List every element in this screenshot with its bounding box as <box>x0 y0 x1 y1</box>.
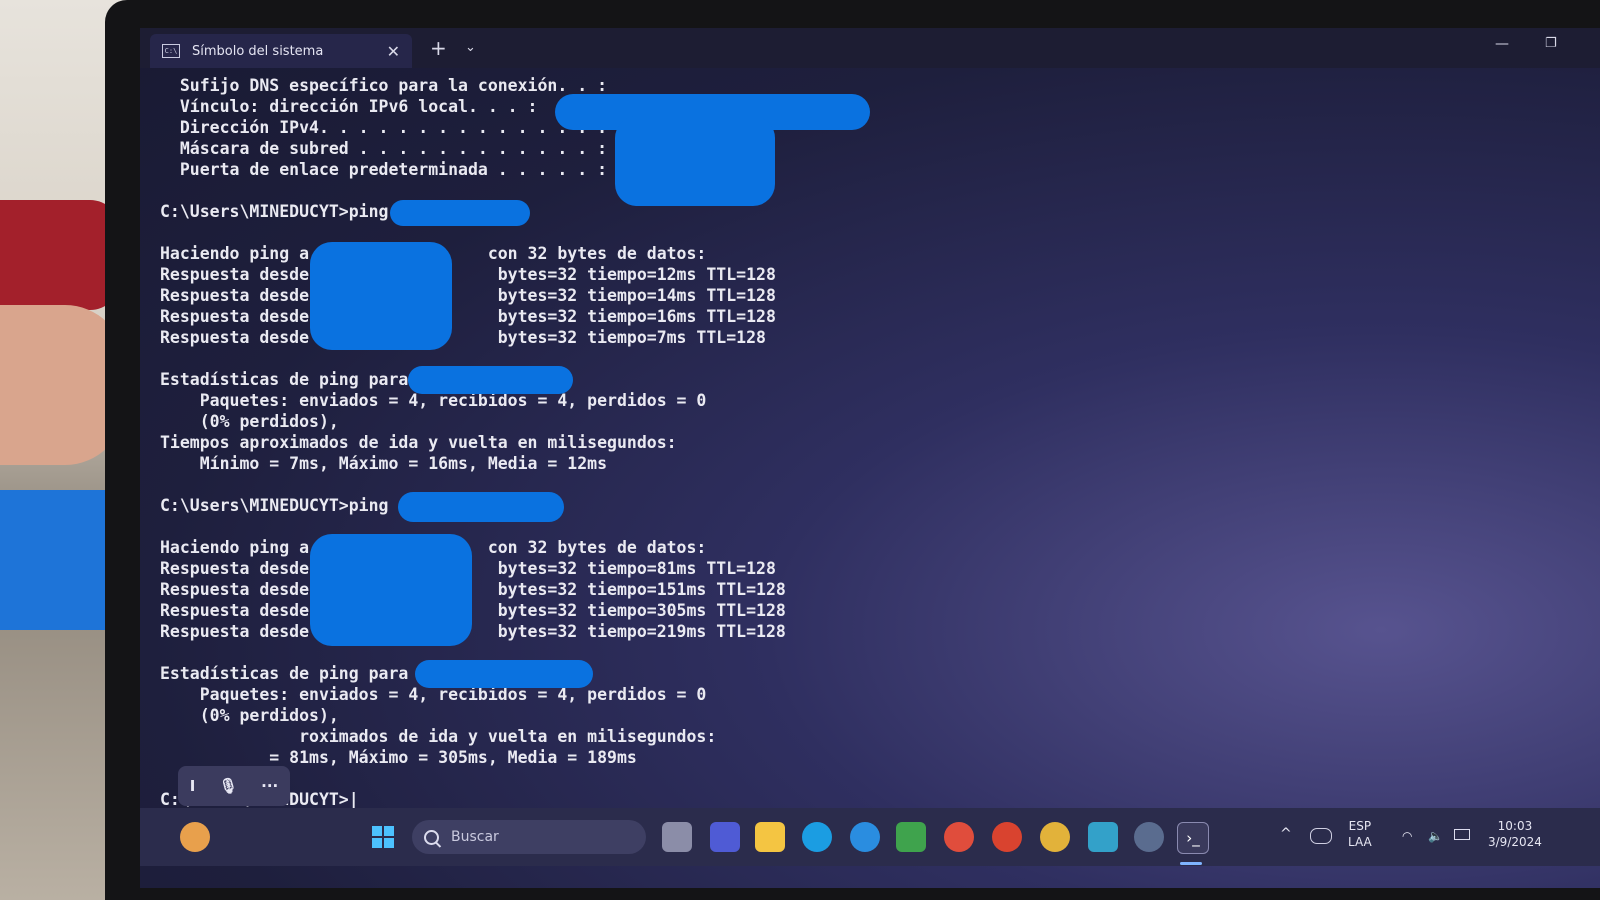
console-line: (0% perdidos), <box>160 412 339 431</box>
search-icon <box>424 829 439 845</box>
clock[interactable]: 10:03 3/9/2024 <box>1488 818 1542 850</box>
console-line: Dirección IPv4. . . . . . . . . . . . . … <box>160 118 608 137</box>
restore-button[interactable]: ❐ <box>1545 36 1557 51</box>
close-icon[interactable]: ✕ <box>387 42 400 61</box>
language-indicator[interactable]: ESP LAA <box>1348 818 1372 850</box>
redaction-mark <box>408 366 573 394</box>
console-line: Respuesta desde bytes=32 tiempo=14ms TTL… <box>160 286 776 305</box>
search-box[interactable]: Buscar <box>412 820 646 854</box>
tray-chevron-icon[interactable]: ^ <box>1280 826 1292 842</box>
chrome-profile-icon[interactable] <box>944 822 974 852</box>
console-line: Estadísticas de ping para <box>160 664 409 683</box>
console-output[interactable]: Sufijo DNS específico para la conexión. … <box>160 76 1560 816</box>
red-object <box>0 200 120 310</box>
app-icon[interactable] <box>896 822 926 852</box>
microphone-icon[interactable]: 🎙 <box>219 777 238 795</box>
minimize-button[interactable]: — <box>1495 36 1509 52</box>
console-line: C:\Users\MINEDUCYT>ping <box>160 202 389 221</box>
time: 10:03 <box>1497 819 1533 833</box>
terminal-icon: C:\ <box>162 44 180 58</box>
console-line: Respuesta desde bytes=32 tiempo=12ms TTL… <box>160 265 776 284</box>
console-line: Respuesta desde bytes=32 tiempo=7ms TTL=… <box>160 328 766 347</box>
remote-desktop-icon[interactable] <box>1088 822 1118 852</box>
file-explorer-icon[interactable] <box>755 822 785 852</box>
teams-icon[interactable] <box>710 822 740 852</box>
onedrive-icon[interactable] <box>1310 828 1332 844</box>
console-line: Paquetes: enviados = 4, recibidos = 4, p… <box>160 391 707 410</box>
search-placeholder: Buscar <box>451 829 499 845</box>
redaction-mark <box>398 492 564 522</box>
language-code: ESP <box>1348 819 1372 833</box>
title-bar: C:\ Símbolo del sistema ✕ + ⌄ — ❐ <box>140 28 1600 68</box>
redaction-mark <box>415 660 593 688</box>
console-line: Sufijo DNS específico para la conexión. … <box>160 76 608 95</box>
volume-icon[interactable]: 🔈 <box>1428 828 1443 844</box>
console-line: C:\Users\MINEDUCYT>ping <box>160 496 389 515</box>
console-line: Respuesta desde bytes=32 tiempo=219ms TT… <box>160 622 786 641</box>
edge-icon[interactable] <box>802 822 832 852</box>
console-line: Mínimo = 7ms, Máximo = 16ms, Media = 12m… <box>160 454 608 473</box>
more-icon[interactable]: ··· <box>261 777 278 795</box>
task-view-icon[interactable] <box>662 822 692 852</box>
console-line: (0% perdidos), <box>160 706 339 725</box>
chevron-down-icon[interactable]: ⌄ <box>465 40 476 55</box>
chrome-icon[interactable] <box>1040 822 1070 852</box>
new-tab-button[interactable]: + <box>430 36 447 60</box>
console-line: Puerta de enlace predeterminada . . . . … <box>160 160 608 179</box>
wifi-icon[interactable]: ◠ <box>1402 828 1412 844</box>
redaction-mark <box>615 116 775 206</box>
keyboard-layout: LAA <box>1348 835 1372 849</box>
redaction-mark <box>310 534 472 646</box>
redaction-mark <box>390 200 530 226</box>
console-line: Respuesta desde bytes=32 tiempo=151ms TT… <box>160 580 786 599</box>
tab-title: Símbolo del sistema <box>192 43 324 59</box>
screen: C:\ Símbolo del sistema ✕ + ⌄ — ❐ Sufijo… <box>140 28 1600 888</box>
console-line: roximados de ida y vuelta en milisegundo… <box>160 727 717 746</box>
taskbar: Buscar ›_ ^ ESP LAA ◠ 🔈 10:03 3/9/2024 <box>140 808 1600 866</box>
battery-icon[interactable] <box>1454 829 1470 840</box>
dictation-toolbar: I 🎙 ··· <box>178 766 290 806</box>
console-line: Respuesta desde bytes=32 tiempo=305ms TT… <box>160 601 786 620</box>
active-app-indicator <box>1180 862 1202 865</box>
console-line: Estadísticas de ping para <box>160 370 409 389</box>
chrome-profile-icon[interactable] <box>992 822 1022 852</box>
weather-widget-icon[interactable] <box>180 822 210 852</box>
start-button[interactable] <box>368 822 398 852</box>
console-line: Paquetes: enviados = 4, recibidos = 4, p… <box>160 685 707 704</box>
terminal-taskbar-icon[interactable]: ›_ <box>1177 822 1209 854</box>
tab-command-prompt[interactable]: C:\ Símbolo del sistema ✕ <box>150 34 412 68</box>
console-line: = 81ms, Máximo = 305ms, Media = 189ms <box>160 748 637 767</box>
windows-logo-icon <box>372 826 394 848</box>
console-line: Máscara de subred . . . . . . . . . . . … <box>160 139 608 158</box>
console-line: Respuesta desde bytes=32 tiempo=16ms TTL… <box>160 307 776 326</box>
redaction-mark <box>310 242 452 350</box>
internet-explorer-icon[interactable] <box>850 822 880 852</box>
settings-gear-icon[interactable] <box>1134 822 1164 852</box>
date: 3/9/2024 <box>1488 835 1542 849</box>
console-line: Tiempos aproximados de ida y vuelta en m… <box>160 433 677 452</box>
console-line: Vínculo: dirección IPv6 local. . . : <box>160 97 538 116</box>
text-cursor-icon[interactable]: I <box>190 777 196 795</box>
